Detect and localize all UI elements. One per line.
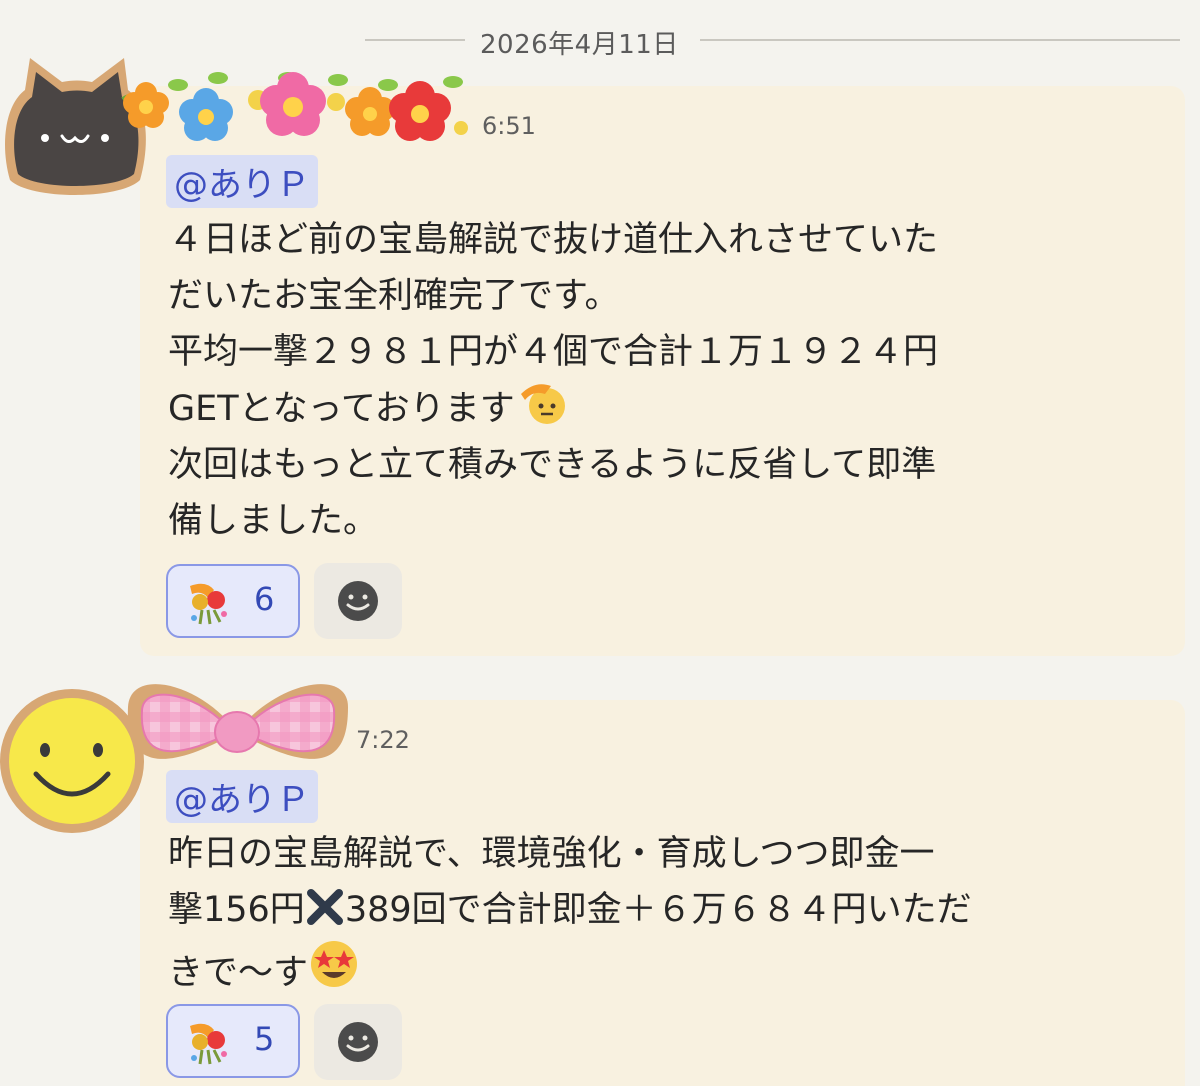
message-line: きで〜す	[168, 953, 309, 993]
reaction-count: 5	[254, 1020, 275, 1058]
add-reaction-button[interactable]	[314, 563, 402, 639]
divider-line	[700, 39, 1180, 41]
message-line: 昨日の宝島解説で、環境強化・育成しつつ即金一	[168, 834, 935, 874]
message-line: 389回で合計即金＋６万６８４円いただ	[344, 890, 972, 930]
cross-mark-icon	[306, 889, 343, 925]
reaction-button[interactable]: 5	[166, 1004, 300, 1078]
message-line: 備しました。	[168, 501, 379, 541]
message-line: 次回はもっと立て積みできるように反省して即準	[168, 445, 937, 485]
star-struck-icon	[311, 941, 358, 987]
message-line: だいたお宝全利確完了です。	[168, 276, 620, 316]
message-line: ４日ほど前の宝島解説で抜け道仕入れさせていた	[168, 220, 939, 260]
mention-tag[interactable]: @ありＰ	[166, 770, 318, 823]
message-body: ４日ほど前の宝島解説で抜け道仕入れさせていた だいたお宝全利確完了です。 平均一…	[168, 212, 1158, 549]
date-label: 2026年4月11日	[480, 30, 679, 60]
saluting-face-icon	[520, 384, 565, 424]
party-popper-icon	[190, 1023, 227, 1065]
mention-tag[interactable]: @ありＰ	[166, 155, 318, 208]
message-timestamp: 6:51	[482, 112, 536, 140]
message-line: 撃156円	[168, 890, 305, 930]
divider-line	[365, 39, 465, 41]
smile-icon	[338, 581, 378, 621]
smile-icon	[338, 1022, 378, 1062]
add-reaction-button[interactable]	[314, 1004, 402, 1080]
reaction-count: 6	[254, 580, 275, 618]
reaction-button[interactable]: 6	[166, 564, 300, 638]
message-timestamp: 7:22	[356, 726, 410, 754]
message-line: GETとなっております	[168, 389, 515, 429]
date-separator: 2026年4月11日	[0, 14, 1200, 64]
message-body: 昨日の宝島解説で、環境強化・育成しつつ即金一 撃156円 389回で合計即金＋６万…	[168, 826, 1158, 1001]
flower-garland-icon	[121, 72, 468, 141]
party-popper-icon	[190, 583, 227, 625]
message-line: 平均一撃２９８１円が４個で合計１万１９２４円	[168, 332, 939, 372]
